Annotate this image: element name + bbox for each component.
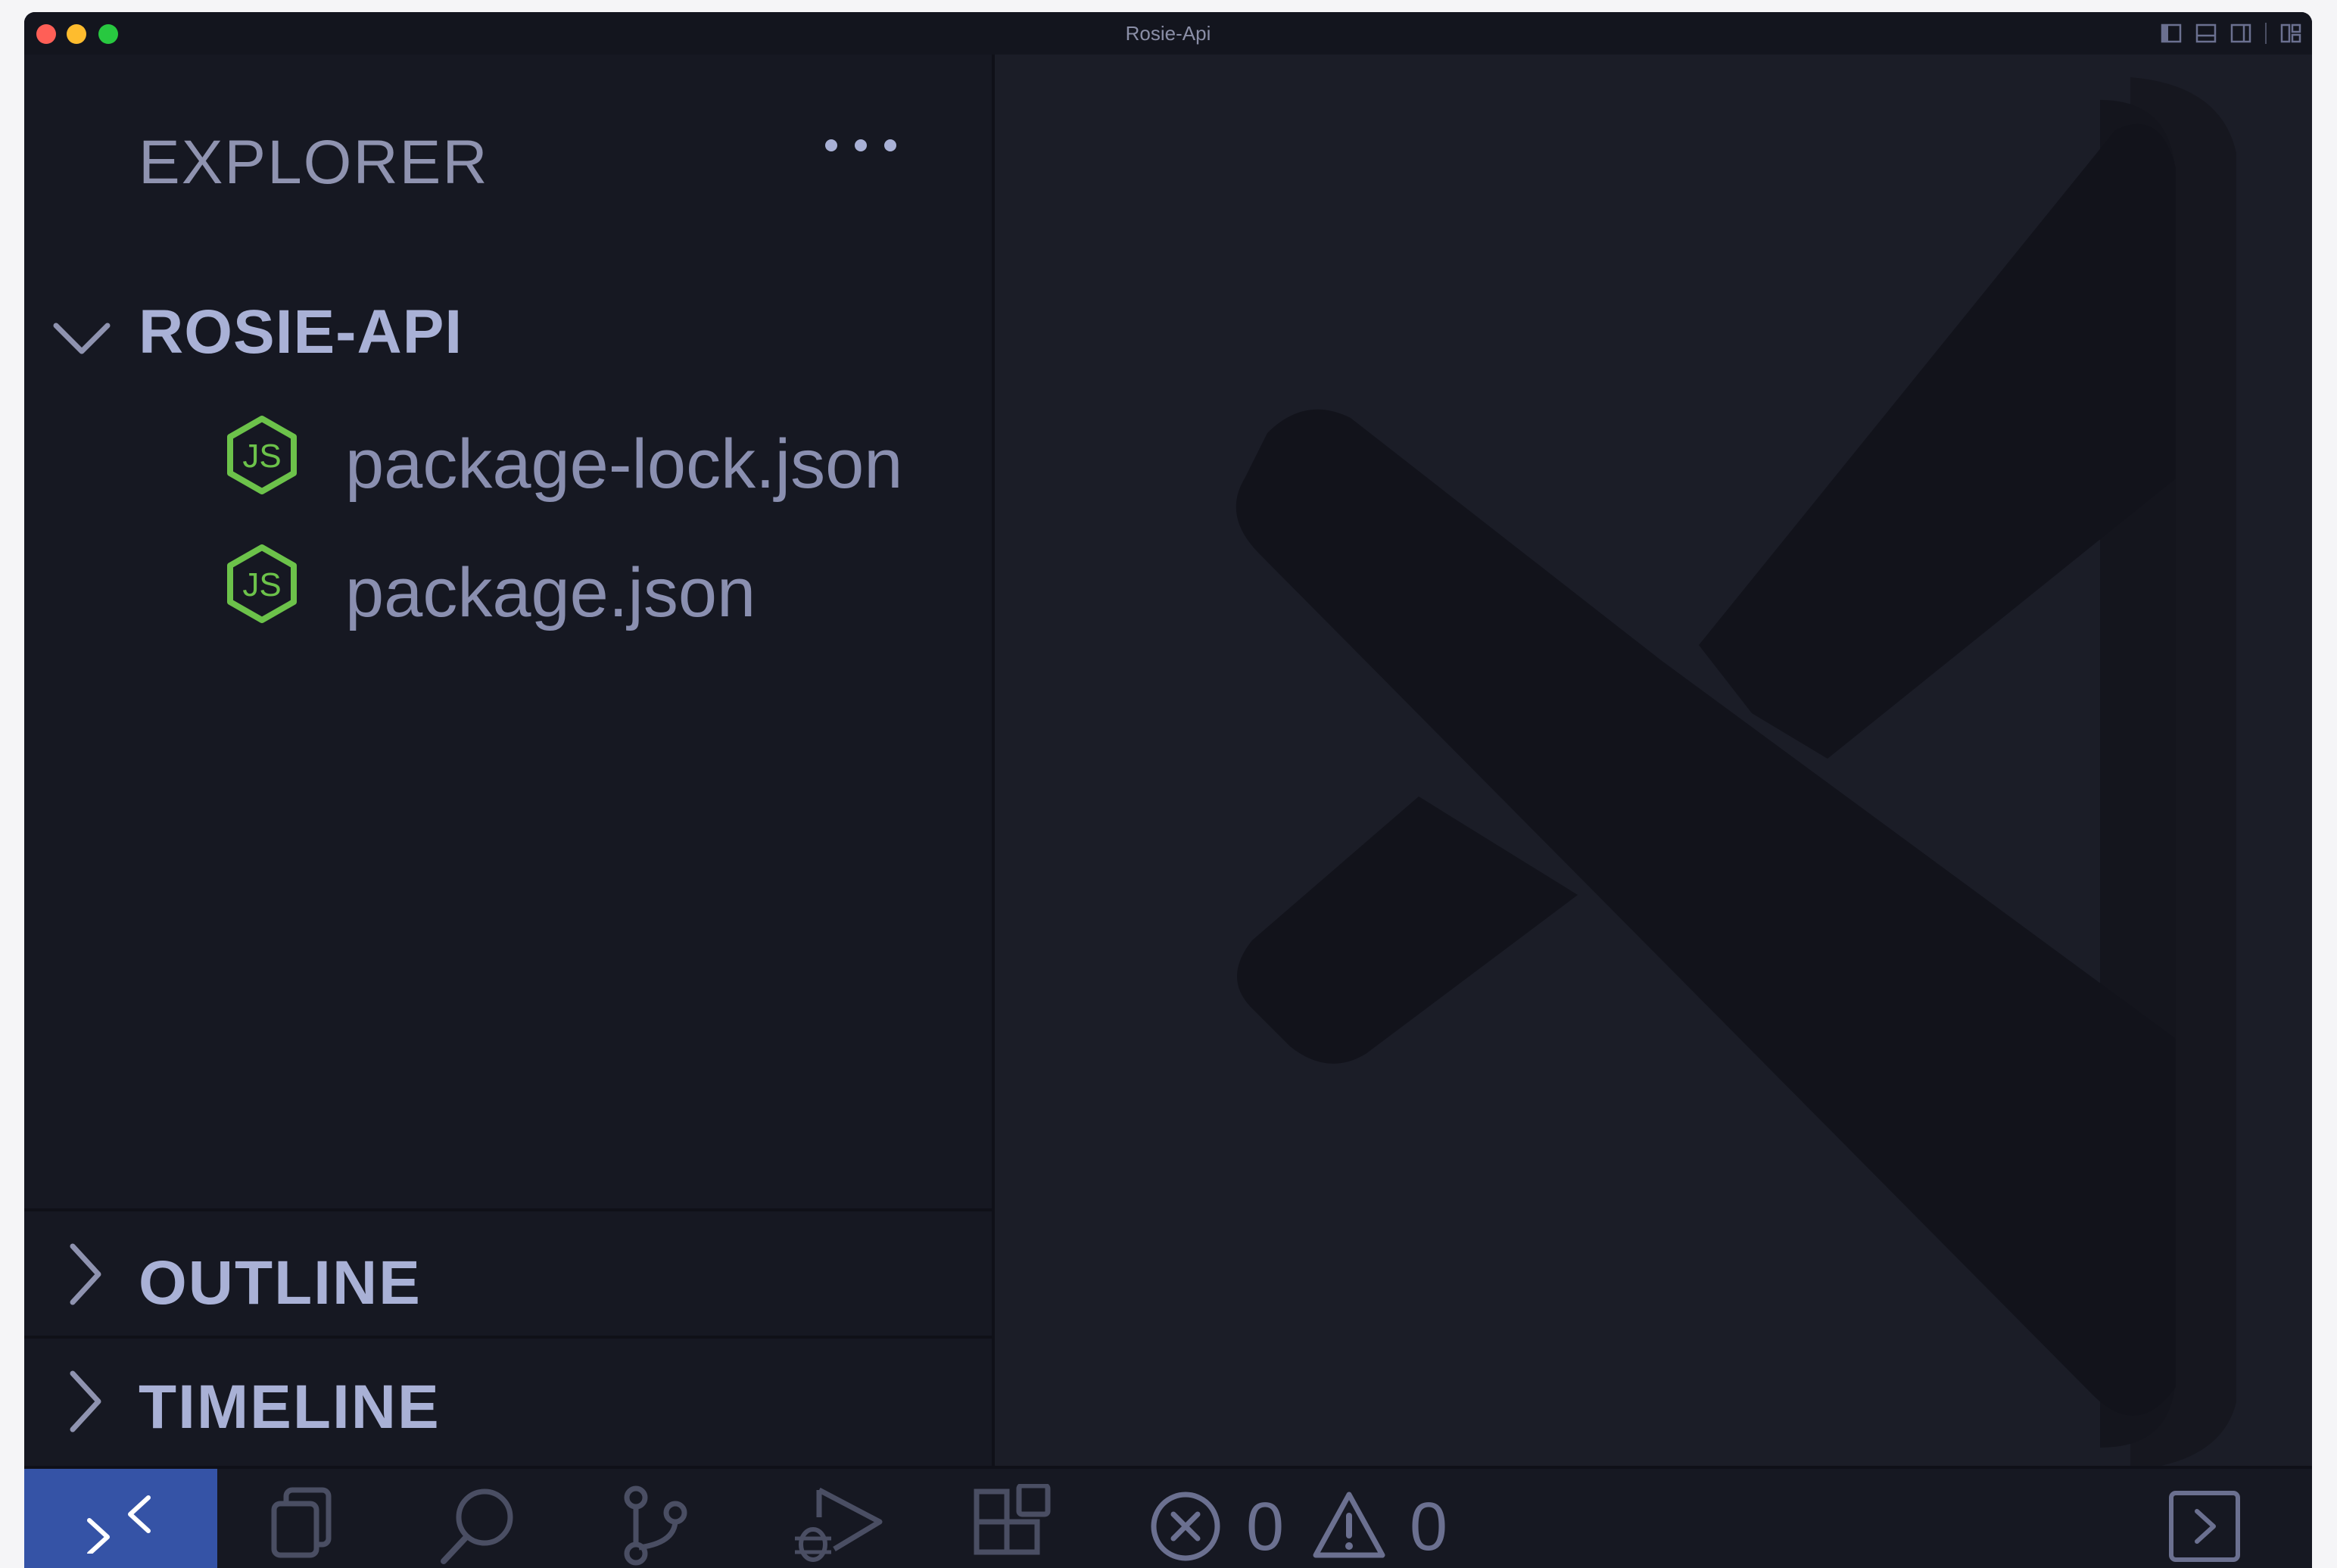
svg-text:JS: JS <box>242 438 281 475</box>
file-name: package.json <box>345 554 756 631</box>
toggle-panel-icon[interactable] <box>2195 23 2217 43</box>
errors-icon[interactable] <box>1149 1490 1222 1563</box>
svg-text:JS: JS <box>242 566 281 603</box>
toggle-primary-sidebar-icon[interactable] <box>2161 23 2182 43</box>
nodejs-icon: JS <box>227 416 297 494</box>
error-count[interactable]: 0 <box>1246 1493 1284 1561</box>
customize-layout-icon[interactable] <box>2280 23 2301 43</box>
remote-indicator-button[interactable] <box>24 1469 217 1568</box>
toggle-secondary-sidebar-icon[interactable] <box>2230 23 2251 43</box>
file-name: package-lock.json <box>345 426 903 503</box>
window-title: Rosie-Api <box>1125 22 1211 45</box>
remote-icon <box>87 1495 151 1554</box>
timeline-label: TIMELINE <box>139 1373 441 1442</box>
toggle-terminal-icon[interactable] <box>2168 1490 2241 1563</box>
outline-label: OUTLINE <box>139 1248 422 1317</box>
explorer-files-icon[interactable] <box>265 1484 341 1560</box>
chevron-right-icon <box>70 1370 101 1432</box>
layout-controls <box>2161 23 2301 44</box>
status-bar: 0 0 <box>24 1466 2312 1568</box>
warning-count[interactable]: 0 <box>1410 1493 1447 1561</box>
explorer-sidebar: EXPLORER ROSIE-API JS package-lock.json <box>24 55 995 1466</box>
source-control-icon[interactable] <box>613 1484 696 1567</box>
outline-section-header[interactable]: OUTLINE <box>24 1211 992 1336</box>
file-item[interactable]: JS package.json <box>24 520 992 649</box>
chevron-right-icon <box>70 1243 101 1305</box>
app-window: Rosie-Api EXPLORER ROSIE-API JS package-… <box>24 12 2312 1568</box>
file-item[interactable]: JS package-lock.json <box>24 391 992 520</box>
nodejs-icon: JS <box>227 544 297 623</box>
run-and-debug-icon[interactable] <box>789 1484 887 1567</box>
extensions-icon[interactable] <box>971 1484 1054 1567</box>
search-icon[interactable] <box>436 1484 519 1567</box>
vscode-logo-watermark-icon <box>1235 77 2236 1466</box>
more-actions-icon[interactable] <box>819 136 902 154</box>
timeline-section-header[interactable]: TIMELINE <box>24 1339 992 1463</box>
folder-name: ROSIE-API <box>139 298 463 366</box>
title-bar: Rosie-Api <box>24 12 2312 56</box>
chevron-down-icon <box>53 323 111 354</box>
editor-area <box>995 55 2312 1466</box>
explorer-header: EXPLORER <box>139 128 489 197</box>
layout-separator <box>2265 23 2267 44</box>
warning-icon[interactable] <box>1311 1489 1387 1561</box>
